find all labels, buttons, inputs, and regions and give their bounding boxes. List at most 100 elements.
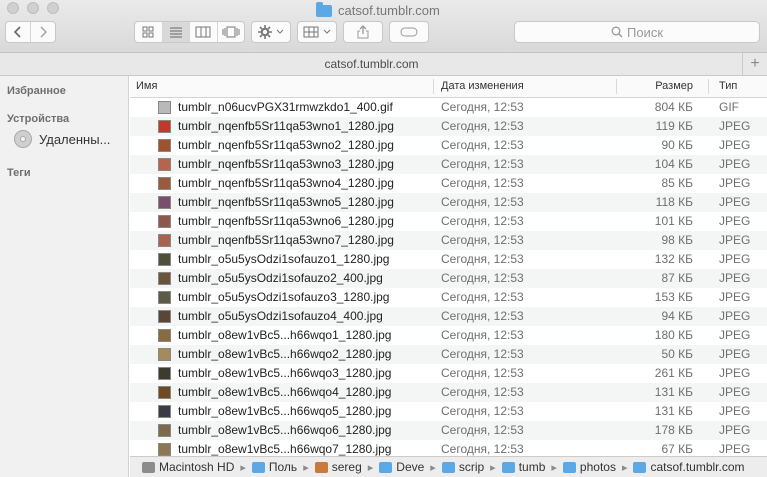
file-name: tumblr_o8ew1vBc5...h66wqo2_1280.jpg — [178, 347, 392, 361]
file-kind: JPEG — [719, 442, 751, 456]
column-divider[interactable] — [616, 79, 617, 94]
file-row[interactable]: tumblr_nqenfb5Sr11qa53wno3_1280.jpg Сегод… — [130, 155, 767, 174]
zoom-window-button[interactable] — [47, 2, 59, 14]
file-row[interactable]: tumblr_o8ew1vBc5...h66wqo5_1280.jpg Сегод… — [130, 402, 767, 421]
image-thumbnail-icon — [158, 424, 171, 437]
arrange-menu-button[interactable] — [297, 21, 337, 43]
file-name: tumblr_nqenfb5Sr11qa53wno4_1280.jpg — [178, 176, 394, 190]
breadcrumb-item[interactable]: Macintosh HD — [142, 460, 234, 474]
file-row[interactable]: tumblr_o5u5ysOdzi1sofauzo2_400.jpg Сегодн… — [130, 269, 767, 288]
file-name: tumblr_nqenfb5Sr11qa53wno5_1280.jpg — [178, 195, 394, 209]
file-kind: JPEG — [719, 195, 751, 209]
file-row[interactable]: tumblr_o5u5ysOdzi1sofauzo4_400.jpg Сегодн… — [130, 307, 767, 326]
file-size: 94 КБ — [661, 309, 693, 323]
file-kind: JPEG — [719, 119, 751, 133]
file-row[interactable]: tumblr_o8ew1vBc5...h66wqo1_1280.jpg Сегод… — [130, 326, 767, 345]
file-row[interactable]: tumblr_o5u5ysOdzi1sofauzo1_1280.jpg Сегод… — [130, 250, 767, 269]
column-divider[interactable] — [708, 79, 709, 94]
file-date: Сегодня, 12:53 — [441, 347, 524, 361]
share-button[interactable] — [343, 21, 383, 43]
file-kind: JPEG — [719, 233, 751, 247]
file-row[interactable]: tumblr_o5u5ysOdzi1sofauzo3_1280.jpg Сегод… — [130, 288, 767, 307]
list-view-button[interactable] — [162, 22, 190, 42]
breadcrumb-label: tumb — [518, 460, 546, 474]
file-size: 178 КБ — [654, 423, 693, 437]
file-row[interactable]: tumblr_nqenfb5Sr11qa53wno6_1280.jpg Сегод… — [130, 212, 767, 231]
folder-icon — [562, 461, 576, 473]
chevron-right-icon: ▸ — [240, 461, 246, 474]
file-row[interactable]: tumblr_o8ew1vBc5...h66wqo7_1280.jpg Сегод… — [130, 440, 767, 456]
file-name: tumblr_o5u5ysOdzi1sofauzo3_1280.jpg — [178, 290, 390, 304]
file-size: 85 КБ — [661, 176, 693, 190]
file-date: Сегодня, 12:53 — [441, 423, 524, 437]
forward-button[interactable] — [31, 22, 55, 42]
column-header-size[interactable]: Размер — [623, 76, 693, 97]
tab-bar: catsof.tumblr.com + — [0, 53, 767, 76]
file-date: Сегодня, 12:53 — [441, 138, 524, 152]
breadcrumb-item[interactable]: scrip — [441, 460, 484, 474]
column-divider[interactable] — [433, 79, 434, 94]
tab-title[interactable]: catsof.tumblr.com — [0, 53, 743, 75]
file-date: Сегодня, 12:53 — [441, 233, 524, 247]
breadcrumb-item[interactable]: sereg — [314, 460, 362, 474]
cover-flow-button[interactable] — [218, 22, 245, 42]
file-row[interactable]: tumblr_o8ew1vBc5...h66wqo2_1280.jpg Сегод… — [130, 345, 767, 364]
file-date: Сегодня, 12:53 — [441, 214, 524, 228]
file-row[interactable]: tumblr_nqenfb5Sr11qa53wno7_1280.jpg Сегод… — [130, 231, 767, 250]
file-row[interactable]: tumblr_o8ew1vBc5...h66wqo3_1280.jpg Сегод… — [130, 364, 767, 383]
image-thumbnail-icon — [158, 177, 171, 190]
file-size: 153 КБ — [654, 290, 693, 304]
breadcrumb-item[interactable]: photos — [562, 460, 616, 474]
icon-view-button[interactable] — [135, 22, 163, 42]
window-title-label: catsof.tumblr.com — [338, 2, 440, 18]
file-name: tumblr_nqenfb5Sr11qa53wno6_1280.jpg — [178, 214, 394, 228]
file-kind: JPEG — [719, 290, 751, 304]
edit-tags-button[interactable] — [389, 21, 429, 43]
file-row[interactable]: tumblr_nqenfb5Sr11qa53wno2_1280.jpg Сегод… — [130, 136, 767, 155]
arrange-grid-icon — [303, 26, 319, 38]
breadcrumb-label: sereg — [331, 460, 362, 474]
file-name: tumblr_o8ew1vBc5...h66wqo7_1280.jpg — [178, 442, 392, 456]
image-thumbnail-icon — [158, 329, 171, 342]
file-row[interactable]: tumblr_o8ew1vBc5...h66wqo4_1280.jpg Сегод… — [130, 383, 767, 402]
column-view-button[interactable] — [190, 22, 218, 42]
search-field[interactable]: Поиск — [514, 21, 760, 43]
sidebar-item-label: Удаленны... — [39, 131, 111, 147]
file-row[interactable]: tumblr_nqenfb5Sr11qa53wno5_1280.jpg Сегод… — [130, 193, 767, 212]
breadcrumb-item[interactable]: Deve — [379, 460, 424, 474]
column-header-row: Имя Дата изменения Размер Тип — [130, 76, 767, 98]
image-thumbnail-icon — [158, 386, 171, 399]
column-header-date[interactable]: Дата изменения — [441, 76, 524, 97]
close-window-button[interactable] — [7, 2, 19, 14]
breadcrumb-item[interactable]: tumb — [501, 460, 546, 474]
minimize-window-button[interactable] — [27, 2, 39, 14]
chevron-right-icon: ▸ — [490, 461, 496, 474]
tag-icon — [400, 27, 418, 37]
back-button[interactable] — [6, 22, 31, 42]
file-row[interactable]: tumblr_nqenfb5Sr11qa53wno4_1280.jpg Сегод… — [130, 174, 767, 193]
new-tab-button[interactable]: + — [742, 53, 767, 75]
column-header-name[interactable]: Имя — [136, 76, 157, 97]
image-thumbnail-icon — [158, 234, 171, 247]
file-kind: JPEG — [719, 385, 751, 399]
file-kind: JPEG — [719, 157, 751, 171]
breadcrumb-item[interactable]: catsof.tumblr.com — [633, 460, 745, 474]
sidebar-item-remote-disc[interactable]: Удаленны... — [14, 130, 110, 148]
sidebar-header-devices: Устройства — [7, 113, 70, 125]
breadcrumb-item[interactable]: Поль — [251, 460, 297, 474]
image-thumbnail-icon — [158, 291, 171, 304]
file-name: tumblr_o8ew1vBc5...h66wqo4_1280.jpg — [178, 385, 392, 399]
list-icon — [169, 27, 182, 38]
file-row[interactable]: tumblr_o8ew1vBc5...h66wqo6_1280.jpg Сегод… — [130, 421, 767, 440]
file-size: 98 КБ — [661, 233, 693, 247]
file-name: tumblr_o8ew1vBc5...h66wqo6_1280.jpg — [178, 423, 392, 437]
file-kind: JPEG — [719, 366, 751, 380]
file-size: 118 КБ — [655, 195, 693, 209]
chevron-down-icon — [276, 29, 284, 34]
file-row[interactable]: tumblr_nqenfb5Sr11qa53wno1_1280.jpg Сегод… — [130, 117, 767, 136]
file-date: Сегодня, 12:53 — [441, 157, 524, 171]
file-row[interactable]: tumblr_n06ucvPGX31rmwzkdo1_400.gif Сегодн… — [130, 98, 767, 117]
column-header-kind[interactable]: Тип — [719, 76, 737, 97]
folder-icon — [379, 461, 393, 473]
action-menu-button[interactable] — [251, 21, 291, 43]
